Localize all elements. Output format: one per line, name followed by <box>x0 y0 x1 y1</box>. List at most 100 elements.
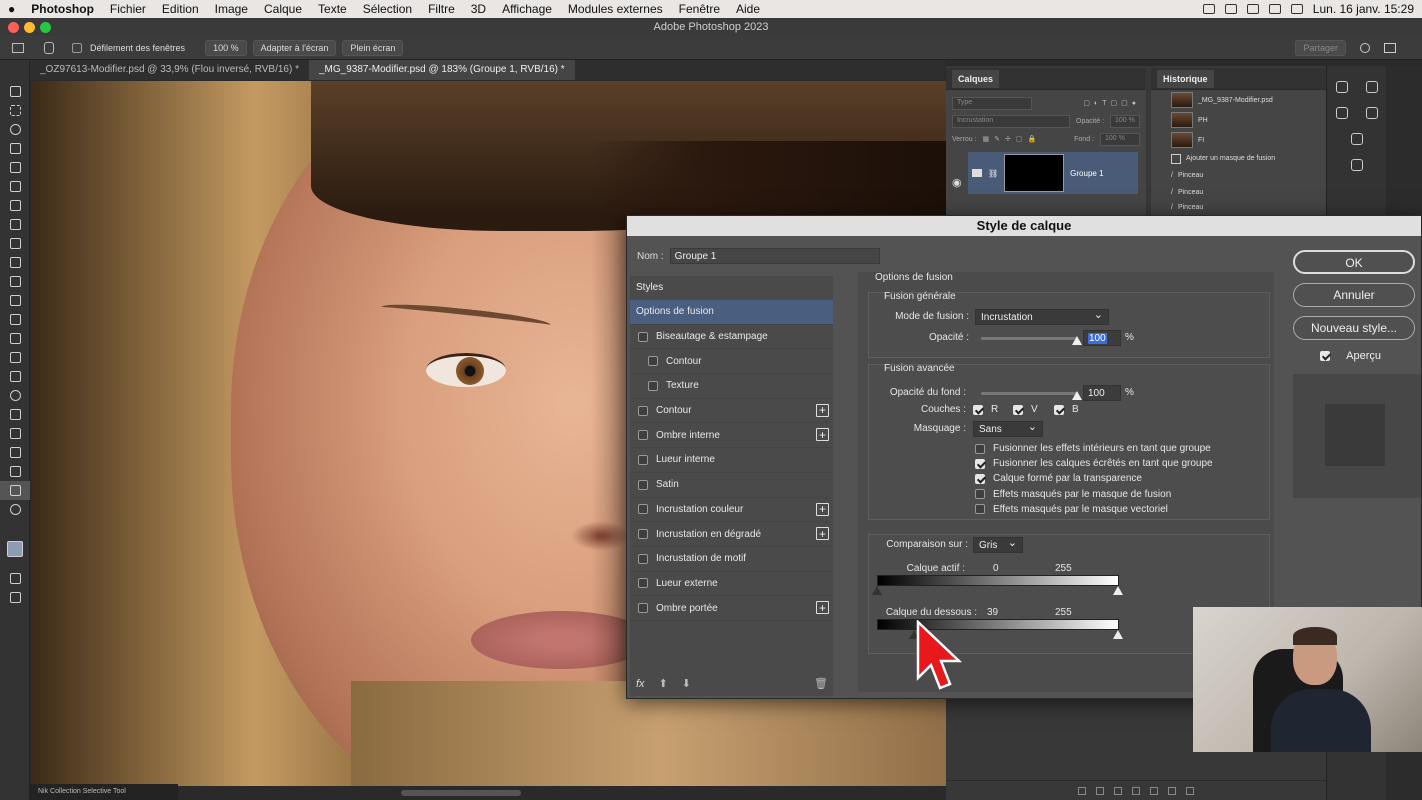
doc-tab[interactable]: _OZ97613-Modifier.psd @ 33,9% (Flou inve… <box>30 60 309 80</box>
menu-image[interactable]: Image <box>207 2 256 16</box>
style-checkbox[interactable] <box>638 529 648 540</box>
style-checkbox[interactable] <box>638 504 648 515</box>
history-item[interactable]: _MG_9387-Modifier.psd <box>1151 90 1326 110</box>
brush-tool-icon[interactable] <box>0 272 30 291</box>
wifi-icon[interactable] <box>1268 4 1281 14</box>
style-item[interactable]: Options de fusion <box>630 300 833 325</box>
menu-3d[interactable]: 3D <box>463 2 494 16</box>
style-checkbox[interactable] <box>638 603 648 614</box>
brush-tool-icon[interactable] <box>0 215 30 234</box>
move-up-icon[interactable]: ⬆ <box>659 677 668 690</box>
stamp-tool-icon[interactable] <box>0 234 30 253</box>
opacity-slider-thumb[interactable] <box>1072 336 1082 345</box>
advanced-option-checkbox[interactable] <box>975 458 985 469</box>
paths-panel-icon[interactable] <box>1336 107 1348 119</box>
scroll-all-checkbox[interactable] <box>72 42 82 53</box>
tab-layers[interactable]: Calques <box>952 69 1000 88</box>
share-button[interactable]: Partager <box>1295 39 1346 56</box>
color-panel-icon[interactable] <box>1336 81 1348 93</box>
style-item[interactable]: Incrustation de motif <box>630 547 833 572</box>
opacity-slider[interactable] <box>981 337 1077 340</box>
status-icon[interactable] <box>1246 4 1259 14</box>
menu-edition[interactable]: Edition <box>154 2 207 16</box>
channel-v[interactable]: V <box>1013 404 1038 415</box>
this-layer-black-slider[interactable] <box>872 586 882 595</box>
status-icon[interactable] <box>1224 4 1237 14</box>
style-item[interactable]: Ombre portée + <box>630 596 833 621</box>
fx-icon[interactable] <box>1096 786 1104 795</box>
channel-r[interactable]: R <box>973 404 998 415</box>
history-brush-tool-icon[interactable] <box>0 253 30 272</box>
search-icon[interactable] <box>1360 42 1370 53</box>
pen-tool-icon[interactable] <box>0 405 30 424</box>
menu-fichier[interactable]: Fichier <box>102 2 154 16</box>
shape-tool-icon[interactable] <box>0 462 30 481</box>
hand-tool-icon[interactable] <box>44 41 54 54</box>
add-style-icon[interactable]: + <box>816 403 829 417</box>
history-item[interactable]: / Pinceau <box>1151 167 1326 184</box>
menu-calque[interactable]: Calque <box>256 2 310 16</box>
history-item[interactable]: Ajouter un masque de fusion <box>1151 150 1326 167</box>
history-item[interactable]: PH <box>1151 110 1326 130</box>
fullscreen-button[interactable]: Plein écran <box>342 39 404 56</box>
fit-screen-button[interactable]: Adapter à l'écran <box>252 39 337 56</box>
advanced-option[interactable]: Fusionner les calques écrêtés en tant qu… <box>975 458 1213 469</box>
lasso-tool-icon[interactable] <box>0 120 30 139</box>
style-checkbox[interactable] <box>638 454 648 465</box>
filter-icons[interactable]: ▢◐T▢▢● <box>1083 99 1140 107</box>
advanced-option[interactable]: Effets masqués par le masque vectoriel <box>975 504 1168 515</box>
style-checkbox[interactable] <box>638 479 648 490</box>
adjustments-icon[interactable] <box>1351 133 1363 145</box>
channel-r-checkbox[interactable] <box>973 404 983 415</box>
path-selection-tool-icon[interactable] <box>0 443 30 462</box>
screen-mode-icon[interactable] <box>0 588 30 607</box>
fill-opacity-slider-thumb[interactable] <box>1072 391 1082 400</box>
add-style-icon[interactable]: + <box>816 527 829 541</box>
menu-aide[interactable]: Aide <box>728 2 768 16</box>
delete-layer-icon[interactable] <box>1186 786 1194 795</box>
search-icon[interactable] <box>1290 4 1303 14</box>
history-item[interactable]: / Pinceau <box>1151 184 1326 201</box>
add-mask-icon[interactable] <box>1114 786 1122 795</box>
style-item[interactable]: Lueur interne <box>630 448 833 473</box>
style-item[interactable]: Satin <box>630 473 833 498</box>
this-layer-white-slider[interactable] <box>1113 586 1123 595</box>
style-item[interactable]: Contour <box>630 349 833 375</box>
scrollbar-thumb[interactable] <box>401 790 521 796</box>
menu-selection[interactable]: Sélection <box>355 2 420 16</box>
link-layers-icon[interactable] <box>1078 786 1086 795</box>
blend-mode-select[interactable]: Incrustation <box>975 308 1109 325</box>
tab-history[interactable]: Historique <box>1157 69 1214 88</box>
preview-checkbox[interactable] <box>1320 351 1331 361</box>
minimize-window-button[interactable] <box>24 22 35 33</box>
healing-tool-icon[interactable] <box>0 196 30 215</box>
zoom-tool-icon[interactable] <box>0 500 30 519</box>
style-item[interactable]: Biseautage & estampage <box>630 325 833 350</box>
add-style-icon[interactable]: + <box>816 601 829 615</box>
chain-icon[interactable]: ⛓ <box>988 169 998 178</box>
layer-blend-select[interactable]: Incrustation <box>952 114 1070 128</box>
style-checkbox[interactable] <box>638 553 648 564</box>
channel-b-checkbox[interactable] <box>1054 404 1064 415</box>
type-tool-icon[interactable] <box>0 424 30 443</box>
add-style-icon[interactable]: + <box>816 428 829 442</box>
hand-tool-icon[interactable] <box>0 481 30 500</box>
blur-tool-icon[interactable] <box>0 367 30 386</box>
fill-opacity-field[interactable]: 100 <box>1083 385 1121 401</box>
style-item[interactable]: Ombre interne + <box>630 423 833 449</box>
blend-if-select[interactable]: Gris <box>973 536 1023 553</box>
styles-header[interactable]: Styles <box>630 276 833 300</box>
new-layer-icon[interactable] <box>1168 786 1176 795</box>
adjustment-layer-icon[interactable] <box>1132 786 1140 795</box>
ok-button[interactable]: OK <box>1293 250 1415 274</box>
close-window-button[interactable] <box>8 22 19 33</box>
menu-modules[interactable]: Modules externes <box>560 2 671 16</box>
advanced-option-checkbox[interactable] <box>975 489 985 500</box>
new-style-button[interactable]: Nouveau style... <box>1293 316 1415 340</box>
style-item[interactable]: Texture <box>630 374 833 399</box>
style-item[interactable]: Incrustation couleur + <box>630 498 833 523</box>
style-checkbox[interactable] <box>638 430 648 441</box>
advanced-option-checkbox[interactable] <box>975 504 985 515</box>
color-swatches-icon[interactable] <box>0 529 30 569</box>
layer-opacity-field[interactable]: 100 % <box>1110 114 1140 128</box>
